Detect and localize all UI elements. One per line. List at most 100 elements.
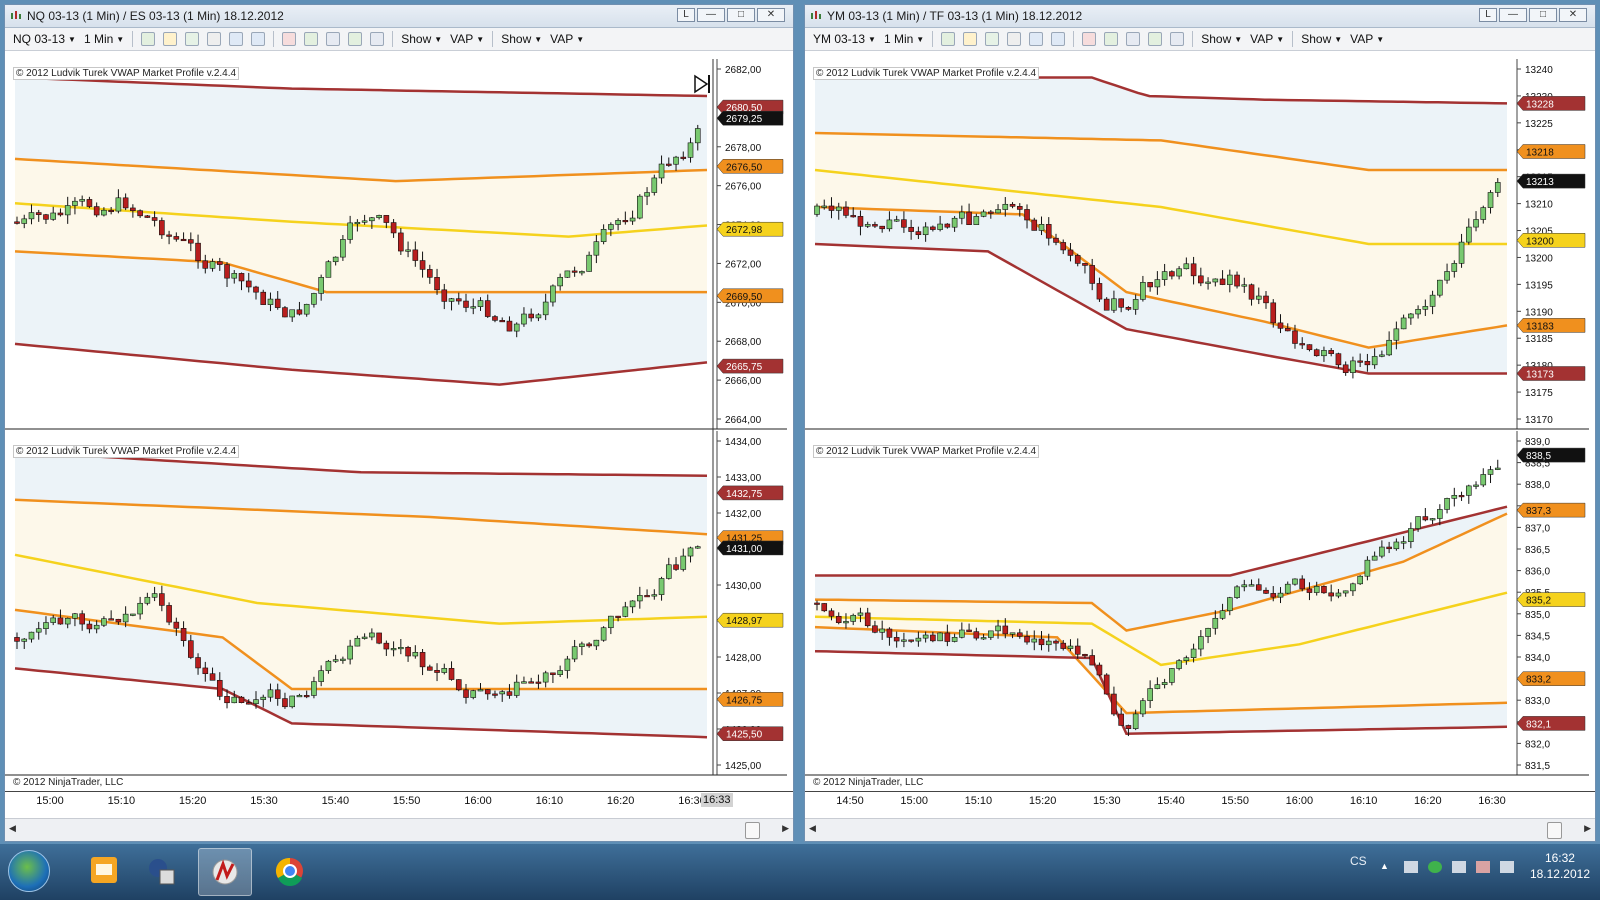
network-icon[interactable]: [1404, 861, 1418, 873]
bull-candle: [521, 313, 527, 325]
flag-icon[interactable]: [1452, 861, 1466, 873]
interval-selector[interactable]: 1 Min ▼: [884, 32, 924, 46]
time-tick-label: 16:30: [1478, 795, 1506, 807]
taskbar-app-ninjatrader-control[interactable]: [136, 848, 188, 894]
vap-menu[interactable]: VAP ▼: [550, 32, 584, 46]
bull-candle: [1140, 282, 1146, 300]
taskbar-app-ninjatrader-chart[interactable]: [198, 848, 252, 896]
time-axis[interactable]: 15:00 15:10 15:20 15:30 15:40 15:50 16:00 16:10…: [5, 791, 793, 810]
bear-candle: [253, 286, 259, 293]
data-box-icon[interactable]: [326, 32, 341, 46]
scroll-thumb[interactable]: [745, 822, 760, 839]
chart-style-icon[interactable]: [941, 32, 956, 46]
alert-icon[interactable]: [1476, 861, 1490, 873]
minimize-button[interactable]: —: [697, 8, 725, 22]
scroll-right-icon[interactable]: ▶: [1584, 823, 1591, 834]
bull-candle: [332, 256, 339, 263]
bull-candle: [260, 696, 267, 700]
properties-icon[interactable]: [370, 32, 385, 46]
bear-candle: [188, 239, 194, 244]
time-tick-label: 15:50: [392, 795, 421, 807]
bear-candle: [108, 209, 114, 213]
link-button[interactable]: L: [677, 8, 695, 22]
add-drawing-icon[interactable]: [185, 32, 200, 46]
link-button[interactable]: L: [1479, 8, 1497, 22]
instrument-selector[interactable]: NQ 03-13 ▼: [13, 32, 76, 46]
strategies-icon[interactable]: [1104, 32, 1119, 46]
bull-candle: [1487, 469, 1494, 475]
vap-label: VAP: [450, 32, 474, 46]
bear-candle: [864, 612, 871, 627]
horizontal-scrollbar[interactable]: ◀ ▶: [805, 818, 1595, 841]
chart-area-left[interactable]: 2682,002680,002678,002676,002674,002672,…: [5, 51, 793, 806]
bear-candle: [1234, 274, 1240, 287]
drawing-tool-icon[interactable]: [963, 32, 978, 46]
chart-window-right[interactable]: YM 03-13 (1 Min) / TF 03-13 (1 Min) 18.1…: [804, 4, 1596, 842]
add-drawing-icon[interactable]: [985, 32, 1000, 46]
bull-candle: [405, 249, 411, 252]
remove-drawing-icon[interactable]: [1007, 32, 1022, 46]
maximize-button[interactable]: □: [727, 8, 755, 22]
bull-candle: [1465, 226, 1472, 243]
bear-candle: [57, 212, 64, 216]
zoom-icon[interactable]: [251, 32, 266, 46]
toolbar-divider: [132, 31, 134, 47]
maximize-button[interactable]: □: [1529, 8, 1557, 22]
bear-candle: [1306, 344, 1313, 351]
vap-menu[interactable]: VAP ▼: [1250, 32, 1284, 46]
language-indicator[interactable]: CS: [1350, 854, 1367, 868]
tray-expand-icon[interactable]: ▲: [1380, 861, 1394, 873]
instrument-selector[interactable]: YM 03-13 ▼: [813, 32, 876, 46]
price-tick-label: 13195: [1525, 280, 1553, 291]
bull-candle: [477, 300, 484, 307]
taskbar-app-outlook[interactable]: [78, 848, 130, 894]
taskbar-app-chrome[interactable]: [264, 848, 316, 894]
horizontal-scrollbar[interactable]: ◀ ▶: [5, 818, 793, 841]
bull-candle: [1190, 648, 1197, 658]
show-menu[interactable]: Show ▼: [1201, 32, 1242, 46]
volume-icon[interactable]: [1500, 861, 1514, 873]
scroll-thumb[interactable]: [1547, 822, 1562, 839]
bear-candle: [122, 197, 129, 209]
chart-area-right[interactable]: 1324013230132251322013215132101320513200…: [805, 51, 1595, 806]
interval-selector[interactable]: 1 Min ▼: [84, 32, 124, 46]
crosshair-icon[interactable]: [1029, 32, 1044, 46]
chart-style-icon[interactable]: [141, 32, 156, 46]
bull-candle: [311, 681, 317, 696]
indicators-icon[interactable]: [282, 32, 297, 46]
scroll-left-icon[interactable]: ◀: [9, 823, 16, 834]
remove-drawing-icon[interactable]: [207, 32, 222, 46]
price-tag-label: 13173: [1526, 370, 1554, 381]
drawing-tool-icon[interactable]: [163, 32, 178, 46]
dollar-icon[interactable]: [1148, 32, 1163, 46]
properties-icon[interactable]: [1170, 32, 1185, 46]
bear-candle: [673, 564, 679, 570]
scroll-right-icon[interactable]: ▶: [782, 823, 789, 834]
strategies-icon[interactable]: [304, 32, 319, 46]
indicators-icon[interactable]: [1082, 32, 1097, 46]
bear-candle: [398, 232, 404, 252]
chart-window-left[interactable]: NQ 03-13 (1 Min) / ES 03-13 (1 Min) 18.1…: [4, 4, 794, 842]
status-green-icon[interactable]: [1428, 861, 1442, 873]
start-button[interactable]: [8, 850, 50, 892]
system-clock[interactable]: 16:32 18.12.2012: [1530, 850, 1590, 882]
minimize-button[interactable]: —: [1499, 8, 1527, 22]
crosshair-icon[interactable]: [229, 32, 244, 46]
close-button[interactable]: ✕: [1559, 8, 1587, 22]
close-button[interactable]: ✕: [757, 8, 785, 22]
dollar-icon[interactable]: [348, 32, 363, 46]
show-menu[interactable]: Show ▼: [1301, 32, 1342, 46]
bear-candle: [872, 625, 878, 633]
vap-menu[interactable]: VAP ▼: [1350, 32, 1384, 46]
bull-candle: [1335, 592, 1342, 597]
title-bar[interactable]: YM 03-13 (1 Min) / TF 03-13 (1 Min) 18.1…: [805, 5, 1595, 28]
bull-candle: [1241, 584, 1248, 588]
show-menu[interactable]: Show ▼: [401, 32, 442, 46]
title-bar[interactable]: NQ 03-13 (1 Min) / ES 03-13 (1 Min) 18.1…: [5, 5, 793, 28]
zoom-icon[interactable]: [1051, 32, 1066, 46]
time-axis[interactable]: 14:50 15:00 15:10 15:20 15:30 15:40 15:50 16:00…: [805, 791, 1595, 810]
scroll-left-icon[interactable]: ◀: [809, 823, 816, 834]
data-box-icon[interactable]: [1126, 32, 1141, 46]
show-menu[interactable]: Show ▼: [501, 32, 542, 46]
vap-menu[interactable]: VAP ▼: [450, 32, 484, 46]
